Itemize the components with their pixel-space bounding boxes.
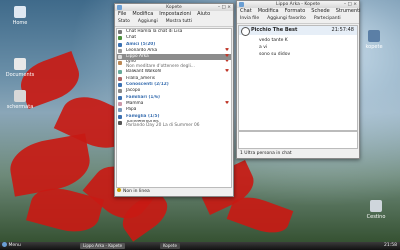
add-contact-button[interactable]: Aggiungi — [138, 18, 158, 26]
folder-icon — [14, 58, 26, 70]
status-button[interactable]: Stato — [118, 18, 130, 26]
desktop-icon-trash[interactable]: Cestino — [356, 200, 396, 220]
avatar — [118, 120, 122, 125]
contact-toolbar: Stato Aggiungi Mostra tutti — [115, 18, 233, 27]
avatar — [118, 61, 122, 66]
avatar — [118, 30, 122, 34]
network-icon — [368, 30, 380, 42]
taskbar: Menu Lippo Arka - Kopete Kopete 21:58 — [0, 242, 400, 250]
list-item[interactable]: TurneMemories Parlando Day 20 La di Summe… — [117, 120, 231, 129]
contact-list-window: Kopete – □ × File Modifica Impostazioni … — [114, 3, 234, 197]
home-folder-icon — [14, 6, 26, 18]
message-time: 21:57:48 — [331, 27, 354, 33]
group-icon — [118, 83, 122, 88]
task-chat-window[interactable]: Lippo Arka - Kopete — [80, 243, 126, 249]
contact-name: Picchio The Best — [251, 27, 298, 33]
menu-schede[interactable]: Schede — [311, 8, 329, 15]
add-favorite-button[interactable]: Aggiungi favorito — [267, 15, 306, 23]
chat-message: sono su didov — [259, 52, 291, 57]
menu-formato[interactable]: Formato — [285, 8, 306, 15]
heart-icon: ♥ — [224, 60, 229, 65]
kopete-app-icon — [117, 5, 122, 10]
group-icon — [118, 42, 122, 47]
start-menu-button[interactable]: Menu — [2, 242, 21, 250]
desktop-icon-kopete[interactable]: kopete — [354, 30, 394, 50]
window-controls[interactable]: – □ × — [218, 4, 231, 11]
avatar — [118, 76, 122, 81]
participants-button[interactable]: Partecipanti — [314, 15, 341, 23]
menu-modifica[interactable]: Modifica — [258, 8, 279, 15]
contact-status-bar[interactable]: Non in linea — [117, 188, 231, 195]
trash-icon — [370, 200, 382, 212]
avatar — [118, 48, 122, 53]
show-all-button[interactable]: Mostra tutti — [166, 18, 192, 26]
menu-chat[interactable]: Chat — [240, 8, 252, 15]
task-kopete[interactable]: Kopete — [160, 243, 180, 249]
group-icon — [118, 95, 122, 100]
desktop-icon-schermata[interactable]: schermata — [0, 90, 40, 110]
window-titlebar[interactable]: Kopete – □ × — [115, 4, 233, 11]
menu-strumenti[interactable]: Strumenti — [336, 8, 361, 15]
kopete-app-icon — [239, 2, 244, 7]
window-controls[interactable]: – □ × — [344, 1, 357, 8]
avatar — [118, 101, 122, 106]
chat-window: Lippo Arka - Kopete – □ × Chat Modifica … — [236, 0, 361, 159]
avatar — [118, 108, 122, 113]
chat-window-title: Lippo Arka - Kopete — [276, 2, 320, 7]
list-item[interactable]: Lyno Non meditare d'ottenere degli... ♥ — [117, 60, 231, 69]
chat-message: vedo tante K — [259, 38, 288, 43]
avatar — [241, 27, 250, 36]
group-icon — [118, 114, 122, 119]
menu-aiuto[interactable]: Aiuto — [197, 11, 210, 18]
avatar — [118, 36, 122, 41]
avatar — [118, 89, 122, 94]
menu-file[interactable]: File — [118, 11, 126, 18]
avatar — [118, 55, 122, 60]
chat-titlebar[interactable]: Lippo Arka - Kopete – □ × — [237, 1, 359, 8]
chat-menubar: Chat Modifica Formato Schede Strumenti — [237, 8, 361, 15]
desktop-icon-home[interactable]: Home — [0, 6, 40, 26]
chat-status-text: 1 Ultra persona in chat — [240, 151, 292, 156]
menu-impostazioni[interactable]: Impostazioni — [159, 11, 191, 18]
kde-logo-icon — [2, 242, 7, 247]
chat-transcript[interactable]: Picchio The Best 21:57:48 vedo tante K a… — [238, 25, 358, 131]
message-input[interactable] — [238, 131, 358, 149]
send-file-button[interactable]: Invia file — [240, 15, 259, 23]
offline-icon — [117, 188, 121, 192]
chat-toolbar: Invia file Aggiungi favorito Partecipant… — [237, 15, 359, 24]
avatar — [118, 70, 122, 75]
window-title: Kopete — [166, 5, 182, 10]
clock[interactable]: 21:58 — [384, 242, 397, 250]
chat-header: Picchio The Best 21:57:48 — [239, 26, 357, 36]
desktop-icon-documents[interactable]: Documents — [0, 58, 40, 78]
chat-message: a vi — [259, 45, 268, 50]
menu-modifica[interactable]: Modifica — [132, 11, 153, 18]
contact-list[interactable]: Chat Hamla la chat di Lisa Chat Amici (5… — [116, 28, 232, 188]
image-file-icon — [14, 90, 26, 102]
contact-menubar: File Modifica Impostazioni Aiuto — [115, 11, 233, 18]
